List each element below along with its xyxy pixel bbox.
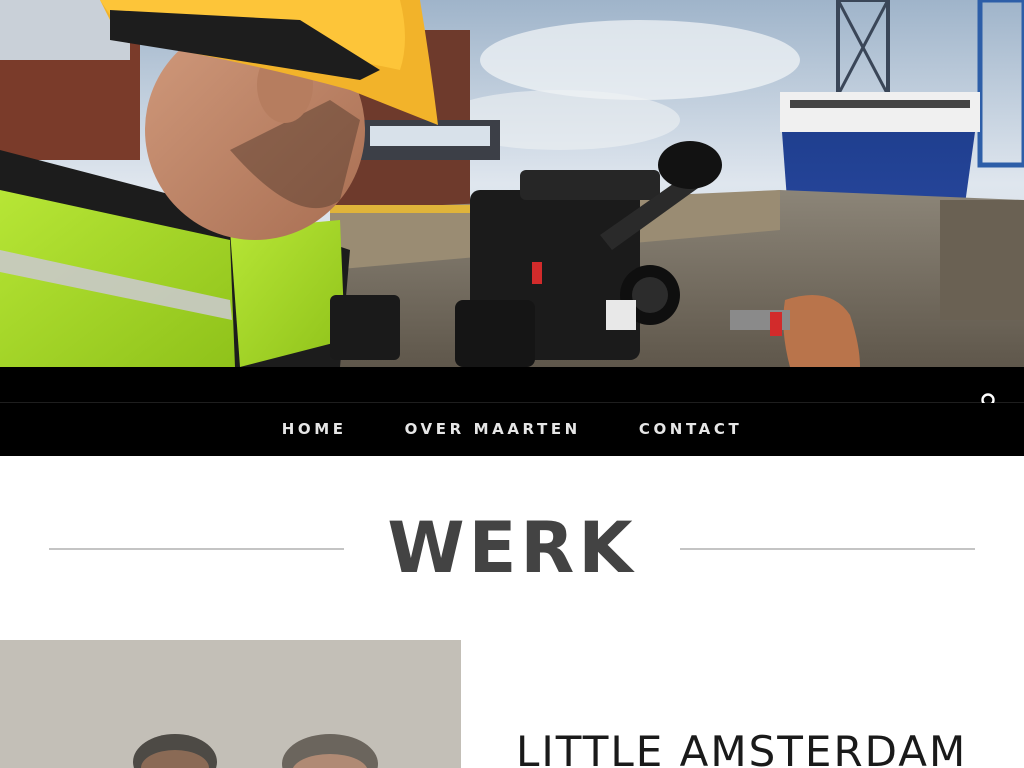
hero-image	[0, 0, 1024, 367]
work-item-title[interactable]: LITTLE AMSTERDAM	[516, 726, 967, 768]
nav-item-contact[interactable]: CONTACT	[610, 403, 771, 456]
page-title: WERK	[387, 507, 637, 589]
main-navigation: HOME OVER MAARTEN CONTACT	[0, 403, 1024, 456]
nav-item-over-maarten[interactable]: OVER MAARTEN	[376, 403, 610, 456]
title-rule-left	[49, 548, 344, 550]
hero-illustration	[0, 0, 1024, 367]
title-rule-right	[680, 548, 975, 550]
work-thumbnail-photo	[0, 640, 461, 768]
nav-item-home[interactable]: HOME	[253, 403, 376, 456]
header-bar	[0, 367, 1024, 403]
work-item-thumbnail[interactable]	[0, 640, 461, 768]
